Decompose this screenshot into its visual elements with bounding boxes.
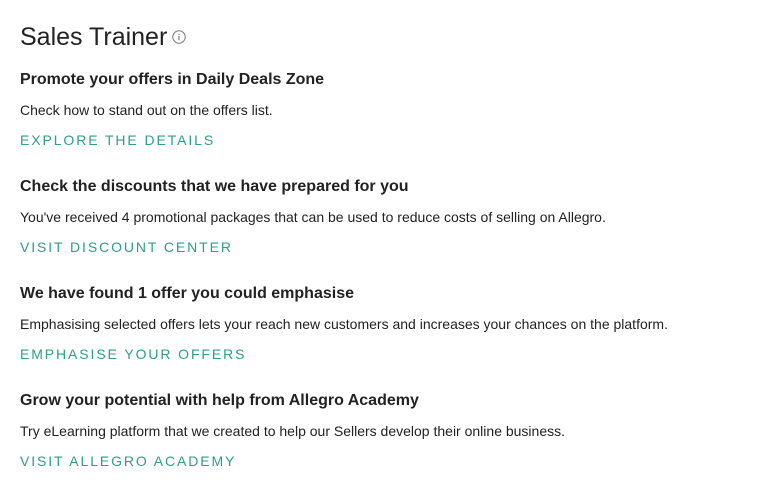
- panel-header: Sales Trainer: [20, 22, 186, 52]
- emphasise-offers-link[interactable]: EMPHASISE YOUR OFFERS: [20, 345, 246, 363]
- sales-trainer-panel: Sales Trainer Promote your offers in Dai…: [0, 0, 783, 503]
- section-description: Emphasising selected offers lets your re…: [20, 316, 668, 332]
- section-heading: We have found 1 offer you could emphasis…: [20, 285, 354, 302]
- section-heading: Check the discounts that we have prepare…: [20, 178, 409, 195]
- visit-allegro-academy-link[interactable]: VISIT ALLEGRO ACADEMY: [20, 452, 236, 470]
- info-icon[interactable]: [172, 30, 186, 44]
- section-heading: Promote your offers in Daily Deals Zone: [20, 71, 325, 88]
- section-heading: Grow your potential with help from Alleg…: [20, 392, 419, 409]
- visit-discount-center-link[interactable]: VISIT DISCOUNT CENTER: [20, 238, 233, 256]
- section-description: Try eLearning platform that we created t…: [20, 423, 566, 439]
- section-allegro-academy: Grow your potential with help from Alleg…: [20, 391, 760, 469]
- page-title: Sales Trainer: [20, 23, 168, 51]
- section-daily-deals: Promote your offers in Daily Deals Zone …: [20, 70, 760, 148]
- section-description: Check how to stand out on the offers lis…: [20, 102, 273, 118]
- explore-details-link[interactable]: EXPLORE THE DETAILS: [20, 131, 215, 149]
- section-emphasise-offers: We have found 1 offer you could emphasis…: [20, 284, 760, 362]
- section-description: You've received 4 promotional packages t…: [20, 209, 606, 225]
- section-discounts: Check the discounts that we have prepare…: [20, 177, 760, 255]
